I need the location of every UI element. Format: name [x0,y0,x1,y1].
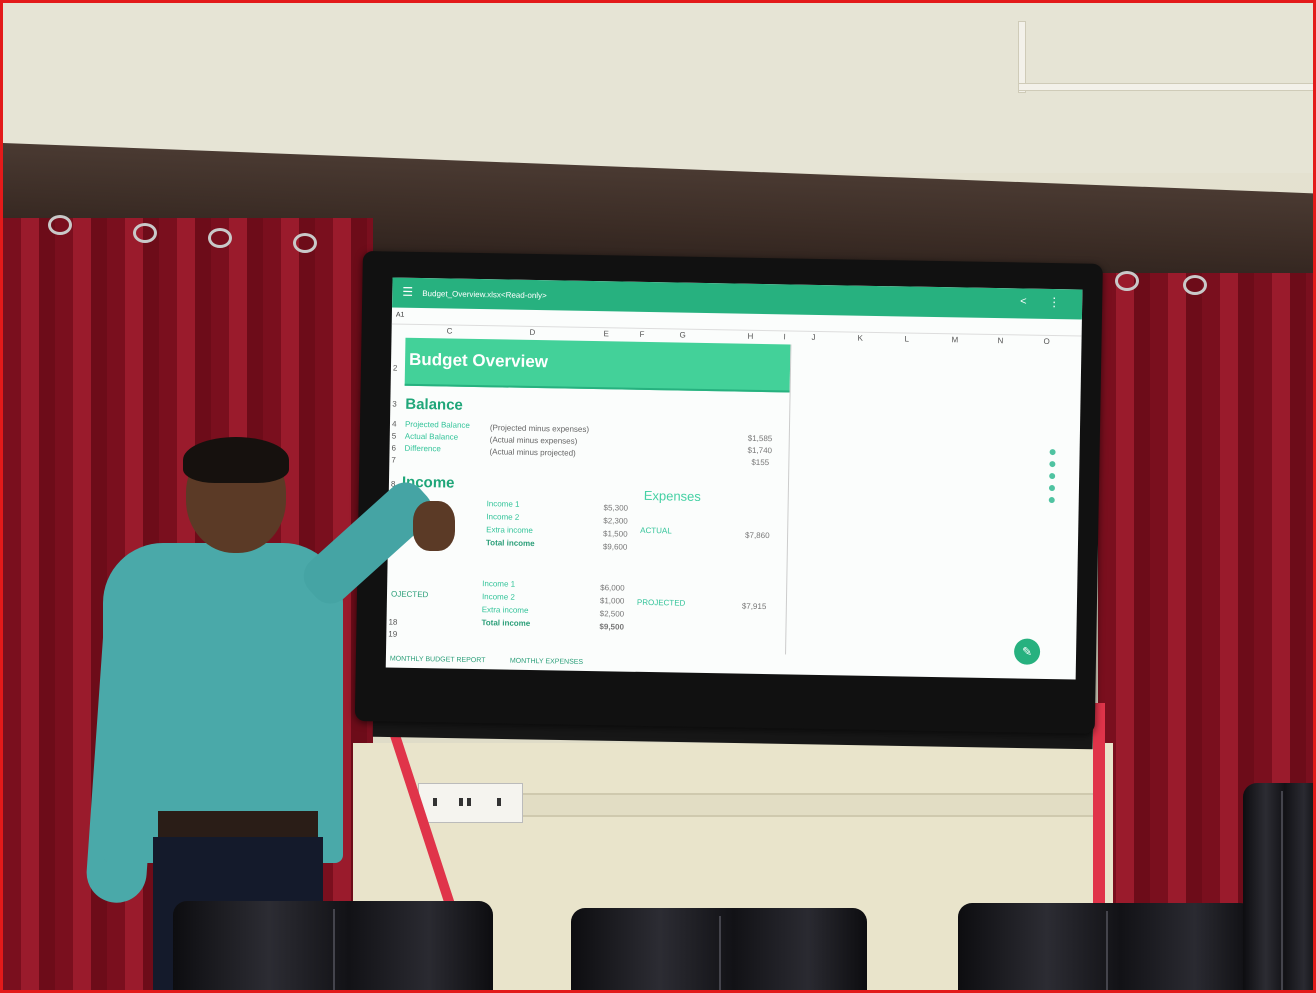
income-total-label: Total income [481,618,531,628]
power-socket [418,783,523,823]
column-header[interactable]: K [857,334,863,343]
balance-note: (Actual minus projected) [489,447,576,458]
income-item: Income 2 [481,592,515,602]
column-header[interactable]: I [783,332,785,341]
expenses-projected-value: $7,915 [741,601,767,612]
column-header[interactable]: F [640,330,645,339]
toolbar-icon[interactable] [1049,449,1056,456]
row-number[interactable]: 5 [392,432,397,441]
balance-label: Difference [404,443,441,454]
balance-label: Projected Balance [404,419,470,430]
conduit [1018,83,1313,91]
sheet-title: Budget Overview [408,349,549,372]
toolbar-icon[interactable] [1049,461,1056,468]
row-number[interactable]: 4 [392,420,397,429]
column-header[interactable]: E [604,329,610,338]
menu-icon[interactable]: ☰ [402,285,413,299]
curtain-ring [48,215,72,235]
screen: ☰ Budget_Overview.xlsx<Read-only> < ⋮ A1… [385,277,1083,680]
tab-monthly-expenses[interactable]: MONTHLY EXPENSES [510,658,583,666]
chair [958,903,1254,990]
file-title: Budget_Overview.xlsx<Read-only> [422,289,547,301]
balance-note: (Actual minus expenses) [489,435,578,446]
income-value: $6,000 [600,583,625,593]
tab-monthly-budget-report[interactable]: MONTHLY BUDGET REPORT [390,656,486,665]
toolbar-icon[interactable] [1049,473,1056,480]
wooden-strip [523,793,1093,817]
balance-heading: Balance [405,395,464,414]
curtain-ring [293,233,317,253]
column-header[interactable]: J [811,333,815,342]
toolbar-icon[interactable] [1048,497,1055,504]
income-item: Income 1 [482,579,516,589]
income-total-label: Total income [485,538,535,549]
expenses-projected-label: PROJECTED [636,597,686,608]
pencil-icon: ✎ [1021,644,1033,659]
income-total-value: $9,500 [599,622,625,632]
cell-reference: A1 [395,311,405,319]
income-value: $5,300 [603,503,629,513]
income-total-value: $9,600 [602,542,628,552]
balance-value: $1,585 [747,433,773,444]
person-hair [183,437,289,483]
income-value: $1,000 [599,596,625,606]
column-header[interactable]: C [447,326,453,335]
sheet-tabs: MONTHLY BUDGET REPORT MONTHLY EXPENSES [386,651,1076,679]
balance-value: $155 [751,457,770,468]
title-banner[interactable]: Budget Overview [404,337,791,393]
smart-board-display: ☰ Budget_Overview.xlsx<Read-only> < ⋮ A1… [354,251,1103,734]
toolbar-icon[interactable] [1048,485,1056,492]
income-value: $2,300 [603,516,628,526]
expenses-actual-label: ACTUAL [640,525,672,536]
curtain-ring [1183,275,1207,295]
chair [571,908,867,990]
column-header[interactable]: H [747,332,753,341]
photo-frame: ☰ Budget_Overview.xlsx<Read-only> < ⋮ A1… [0,0,1316,993]
row-number[interactable]: 18 [388,618,397,627]
column-header[interactable]: N [997,336,1003,345]
expenses-heading: Expenses [643,487,701,504]
chair [1243,783,1313,990]
income-item: Income 1 [486,499,520,509]
balance-value: $1,740 [747,445,773,456]
row-number[interactable]: 19 [388,630,397,639]
income-item: Income 2 [486,512,520,522]
income-value: $1,500 [603,529,628,539]
more-options-icon[interactable]: ⋮ [1048,295,1060,309]
row-number[interactable]: 7 [391,456,396,465]
column-header[interactable]: L [904,334,909,343]
row-number[interactable]: 2 [393,364,398,373]
income-value: $2,500 [599,609,625,619]
column-header[interactable]: O [1043,337,1049,346]
curtain-ring [133,223,157,243]
red-ribbon [1093,703,1105,903]
curtain-ring [208,228,232,248]
projected-label: OJECTED [390,589,429,600]
row-number[interactable]: 3 [392,400,397,409]
column-header[interactable]: D [530,328,536,337]
income-item: Extra income [481,605,529,615]
curtain-ring [1115,271,1139,291]
row-number[interactable]: 6 [391,444,396,453]
expenses-actual-value: $7,860 [745,530,770,541]
balance-label: Actual Balance [404,431,459,442]
column-header[interactable]: G [680,331,686,340]
person-hand [413,501,455,551]
edit-fab-button[interactable]: ✎ [1013,638,1041,665]
chair [173,901,493,990]
person-belt [158,811,318,839]
share-icon[interactable]: < [1020,295,1027,307]
income-item: Extra income [486,525,533,536]
column-header[interactable]: M [951,335,958,344]
balance-note: (Projected minus expenses) [489,423,590,434]
